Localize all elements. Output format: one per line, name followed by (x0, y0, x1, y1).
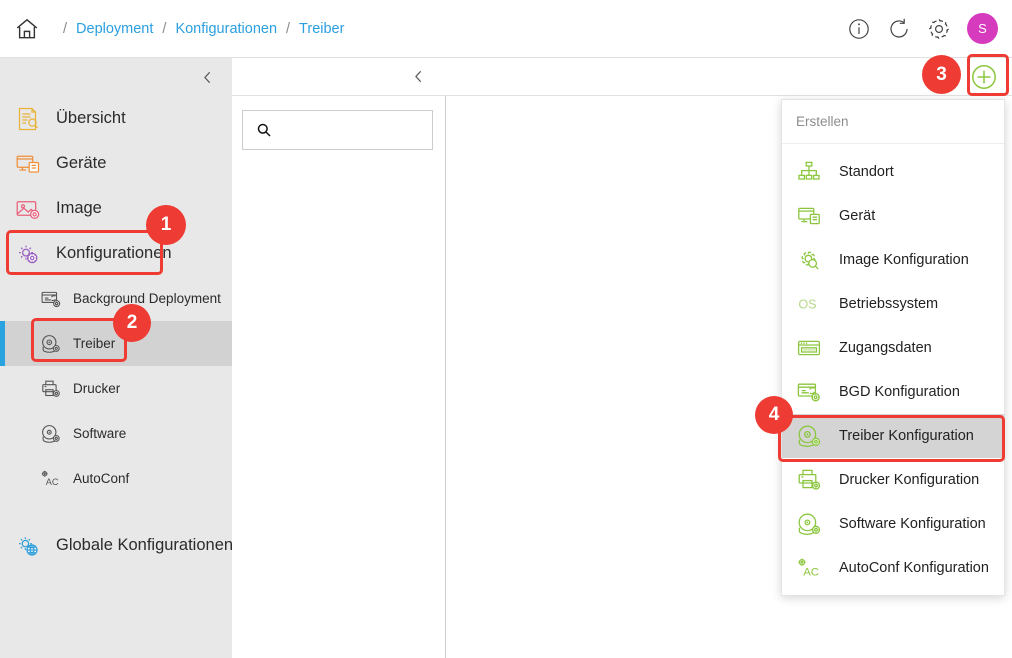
search-box[interactable] (242, 110, 433, 150)
dropdown-item-label: Zugangsdaten (839, 340, 932, 356)
sidebar-subitem-drucker[interactable]: Drucker (0, 366, 232, 411)
annotation-badge-number: 1 (160, 214, 172, 235)
breadcrumb-separator-1: / (162, 20, 167, 37)
printer-config-icon (796, 467, 822, 493)
sidebar-subitem-label: Background Deployment (73, 291, 221, 306)
dropdown-item-label: Software Konfiguration (839, 516, 986, 532)
annotation-badge-4: 4 (755, 396, 793, 434)
sidebar-subitem-label: Drucker (73, 381, 121, 396)
dropdown-item-label: Standort (839, 164, 894, 180)
background-deployment-icon (40, 288, 61, 309)
breadcrumb-item-treiber[interactable]: Treiber (299, 21, 344, 37)
annotation-badge-3: 3 (922, 55, 961, 94)
avatar[interactable]: S (967, 13, 998, 44)
svg-text:AC: AC (46, 477, 59, 487)
sidebar-item-label: Konfigurationen (56, 244, 172, 262)
dropdown-item-label: Treiber Konfiguration (839, 428, 974, 444)
dropdown-list: Standort Gerät Image Konfiguration OS Be… (782, 144, 1004, 590)
top-bar: / Deployment / Konfigurationen / Treiber (0, 0, 1012, 58)
breadcrumb-item-deployment[interactable]: Deployment (76, 21, 153, 37)
sidebar-item-uebersicht[interactable]: Übersicht (0, 96, 232, 141)
dropdown-item-label: BGD Konfiguration (839, 384, 960, 400)
driver-config-disc-icon (796, 423, 822, 449)
annotation-badge-number: 4 (768, 404, 780, 425)
sidebar-item-image[interactable]: Image (0, 186, 232, 231)
dropdown-item-autoconf-konfiguration[interactable]: AC AutoConf Konfiguration (782, 546, 1004, 590)
dropdown-item-zugangsdaten[interactable]: Zugangsdaten (782, 326, 1004, 370)
sidebar-subitem-label: AutoConf (73, 471, 130, 486)
breadcrumb: / Deployment / Konfigurationen / Treiber (54, 21, 344, 37)
dropdown-item-label: AutoConf Konfiguration (839, 560, 989, 576)
dropdown-item-software-konfiguration[interactable]: Software Konfiguration (782, 502, 1004, 546)
sidebar-item-geraete[interactable]: Geräte (0, 141, 232, 186)
sidebar-item-konfigurationen[interactable]: Konfigurationen (0, 231, 232, 276)
avatar-initial: S (978, 21, 987, 36)
software-disc-icon (40, 423, 61, 444)
add-button[interactable] (968, 61, 1000, 93)
credentials-icon (796, 335, 822, 361)
sidebar-item-label: Globale Konfigurationen (56, 536, 234, 554)
image-icon (14, 195, 42, 223)
search-input[interactable] (281, 122, 421, 138)
breadcrumb-separator-2: / (286, 20, 291, 37)
plus-circle-icon (971, 64, 997, 90)
sidebar-item-globale-konfigurationen[interactable]: Globale Konfigurationen (0, 523, 234, 568)
bgd-config-icon (796, 379, 822, 405)
sidebar-subitem-label: Software (73, 426, 127, 441)
sidebar: Übersicht Geräte Image Konfigurationen B… (0, 58, 234, 658)
global-config-globe-icon (14, 532, 42, 560)
sitemap-icon (796, 159, 822, 185)
annotation-badge-number: 2 (126, 312, 138, 333)
dropdown-item-image-konfiguration[interactable]: Image Konfiguration (782, 238, 1004, 282)
content-sub-header (232, 58, 1012, 96)
sidebar-item-label: Übersicht (56, 109, 126, 127)
breadcrumb-item-konfigurationen[interactable]: Konfigurationen (175, 21, 277, 37)
dropdown-item-label: Drucker Konfiguration (839, 472, 980, 488)
driver-disc-icon (40, 333, 61, 354)
dropdown-title: Erstellen (782, 100, 1004, 144)
image-config-gear-icon (796, 247, 822, 273)
sidebar-item-label: Image (56, 199, 102, 217)
dropdown-item-drucker-konfiguration[interactable]: Drucker Konfiguration (782, 458, 1004, 502)
dropdown-item-treiber-konfiguration[interactable]: Treiber Konfiguration (782, 414, 1004, 458)
software-config-disc-icon (796, 511, 822, 537)
device-icon (14, 150, 42, 178)
sidebar-item-label: Geräte (56, 154, 107, 172)
sidebar-subitem-software[interactable]: Software (0, 411, 232, 456)
sidebar-subitem-autoconf[interactable]: AC AutoConf (0, 456, 232, 501)
dropdown-item-label: Betriebssystem (839, 296, 939, 312)
breadcrumb-separator-0: / (63, 20, 68, 37)
search-icon (257, 123, 271, 137)
svg-text:OS: OS (798, 298, 816, 312)
top-bar-actions: S (847, 13, 998, 44)
device-icon (796, 203, 822, 229)
os-text-icon: OS (796, 291, 822, 317)
dropdown-item-label: Image Konfiguration (839, 252, 969, 268)
annotation-badge-number: 3 (936, 63, 947, 85)
list-column (232, 96, 446, 658)
svg-text:AC: AC (803, 567, 819, 579)
dropdown-item-geraet[interactable]: Gerät (782, 194, 1004, 238)
annotation-badge-2: 2 (113, 304, 151, 342)
info-icon[interactable] (847, 17, 871, 41)
home-icon[interactable] (0, 16, 40, 42)
create-dropdown-menu: Erstellen Standort Gerät Image Konfigura… (781, 99, 1005, 596)
sidebar-collapse-button[interactable] (0, 58, 232, 96)
gear-icon[interactable] (927, 17, 951, 41)
annotation-badge-1: 1 (146, 205, 186, 245)
autoconf-config-icon: AC (796, 555, 822, 581)
dropdown-item-bgd-konfiguration[interactable]: BGD Konfiguration (782, 370, 1004, 414)
refresh-icon[interactable] (887, 17, 911, 41)
app-root: / Deployment / Konfigurationen / Treiber (0, 0, 1012, 658)
chevron-left-icon (201, 71, 214, 84)
autoconf-icon: AC (40, 468, 61, 489)
sidebar-subitem-label: Treiber (73, 336, 116, 351)
configurations-gear-icon (14, 240, 42, 268)
back-button[interactable] (412, 70, 425, 83)
overview-icon (14, 105, 42, 133)
printer-icon (40, 378, 61, 399)
dropdown-item-betriebssystem[interactable]: OS Betriebssystem (782, 282, 1004, 326)
dropdown-item-standort[interactable]: Standort (782, 150, 1004, 194)
dropdown-item-label: Gerät (839, 208, 876, 224)
